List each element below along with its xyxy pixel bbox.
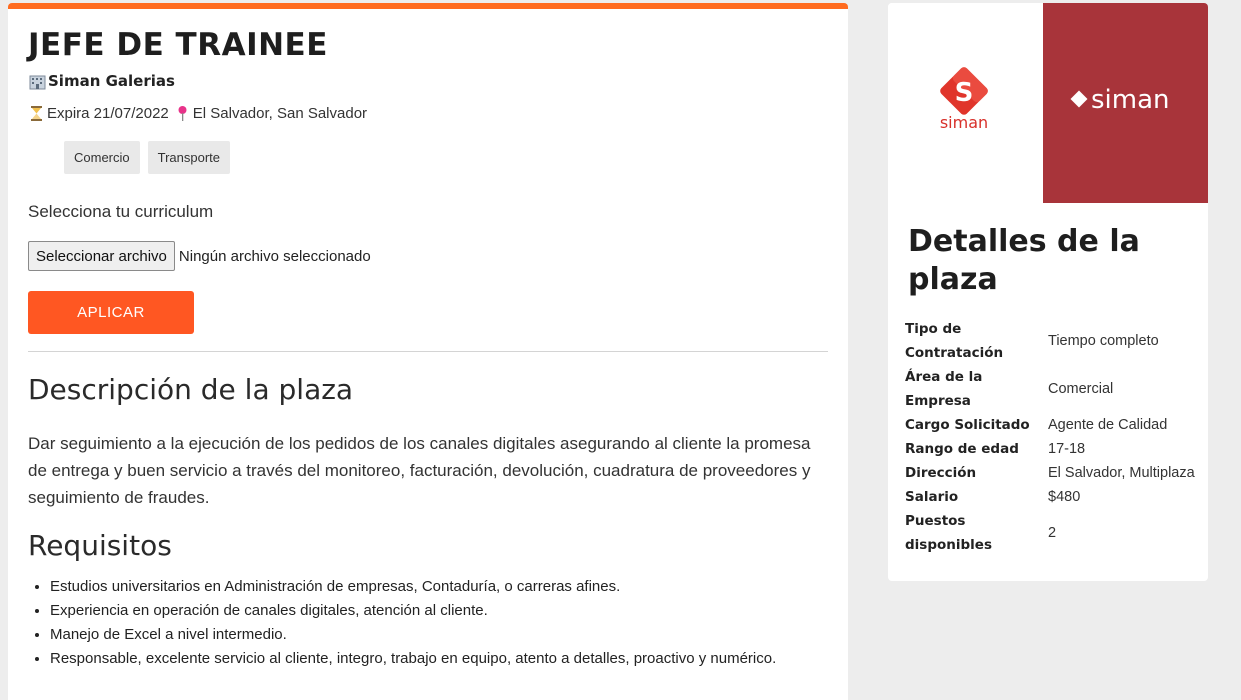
- company-row: Siman Galerias: [29, 72, 175, 90]
- tag-transporte[interactable]: Transporte: [147, 141, 231, 174]
- description-text: Dar seguimiento a la ejecución de los pe…: [28, 434, 811, 507]
- detail-value: Tiempo completo: [1048, 333, 1159, 349]
- logo-small-text: siman: [940, 113, 988, 132]
- job-title: JEFE DE TRAINEE: [28, 27, 328, 63]
- detail-key: Puestos disponibles: [905, 513, 992, 553]
- detail-key: Salario: [905, 489, 959, 505]
- detail-value: 17-18: [1048, 441, 1086, 457]
- tag-comercio[interactable]: Comercio: [64, 141, 140, 174]
- file-input[interactable]: Seleccionar archivo Ningún archivo selec…: [28, 241, 371, 271]
- detail-key: Tipo de Contratación: [905, 321, 1004, 361]
- table-row: Tipo de Contratación Tiempo completo: [905, 317, 1195, 365]
- cv-label: Selecciona tu curriculum: [28, 202, 214, 221]
- expiry-date: Expira 21/07/2022: [47, 105, 169, 122]
- logo-small: S siman: [888, 3, 1043, 203]
- detail-value: Comercial: [1048, 381, 1114, 397]
- list-item: Estudios universitarios en Administració…: [50, 575, 830, 599]
- divider: [28, 351, 828, 352]
- detail-value: $480: [1048, 489, 1081, 505]
- job-location: El Salvador, San Salvador: [192, 105, 368, 122]
- building-icon: [29, 73, 46, 90]
- hourglass-icon: [29, 105, 44, 122]
- company-name: Siman Galerias: [48, 72, 175, 90]
- table-row: Dirección El Salvador, Multiplaza: [905, 461, 1195, 485]
- pin-icon: [175, 105, 190, 122]
- choose-file-button[interactable]: Seleccionar archivo: [28, 241, 175, 271]
- detail-key: Dirección: [905, 465, 977, 481]
- job-details-sidebar: S siman siman Detalles de la plaza Tipo …: [888, 3, 1208, 581]
- description-heading: Descripción de la plaza: [28, 373, 354, 406]
- requirements-heading: Requisitos: [28, 529, 172, 562]
- table-row: Cargo Solicitado Agente de Calidad: [905, 413, 1195, 437]
- detail-value: 2: [1048, 525, 1057, 541]
- company-logo: S siman siman: [888, 3, 1208, 203]
- detail-key: Rango de edad: [905, 441, 1019, 457]
- job-meta-row: Expira 21/07/2022 El Salvador, San Salva…: [29, 105, 367, 122]
- details-title: Detalles de la plaza: [908, 224, 1140, 297]
- detail-key: Área de la Empresa: [905, 369, 983, 409]
- apply-button[interactable]: APLICAR: [28, 291, 194, 334]
- requirements-list: Estudios universitarios en Administració…: [50, 575, 830, 671]
- details-table: Tipo de Contratación Tiempo completo Áre…: [905, 317, 1195, 557]
- list-item: Responsable, excelente servicio al clien…: [50, 647, 830, 671]
- logo-large-text: siman: [1091, 85, 1170, 115]
- list-item: Experiencia en operación de canales digi…: [50, 599, 830, 623]
- table-row: Salario $480: [905, 485, 1195, 509]
- table-row: Rango de edad 17-18: [905, 437, 1195, 461]
- table-row: Puestos disponibles 2: [905, 509, 1195, 557]
- table-row: Área de la Empresa Comercial: [905, 365, 1195, 413]
- list-item: Manejo de Excel a nivel intermedio.: [50, 623, 830, 647]
- file-status: Ningún archivo seleccionado: [178, 247, 371, 265]
- logo-large: siman: [1043, 3, 1208, 203]
- detail-key: Cargo Solicitado: [905, 417, 1030, 433]
- job-detail-card: JEFE DE TRAINEE Siman Galerias Expira 21…: [8, 3, 848, 700]
- logo-small-letter: S: [955, 78, 974, 108]
- category-tags: Comercio Transporte: [64, 141, 231, 174]
- detail-value: Agente de Calidad: [1048, 417, 1168, 433]
- detail-value: El Salvador, Multiplaza: [1048, 465, 1195, 481]
